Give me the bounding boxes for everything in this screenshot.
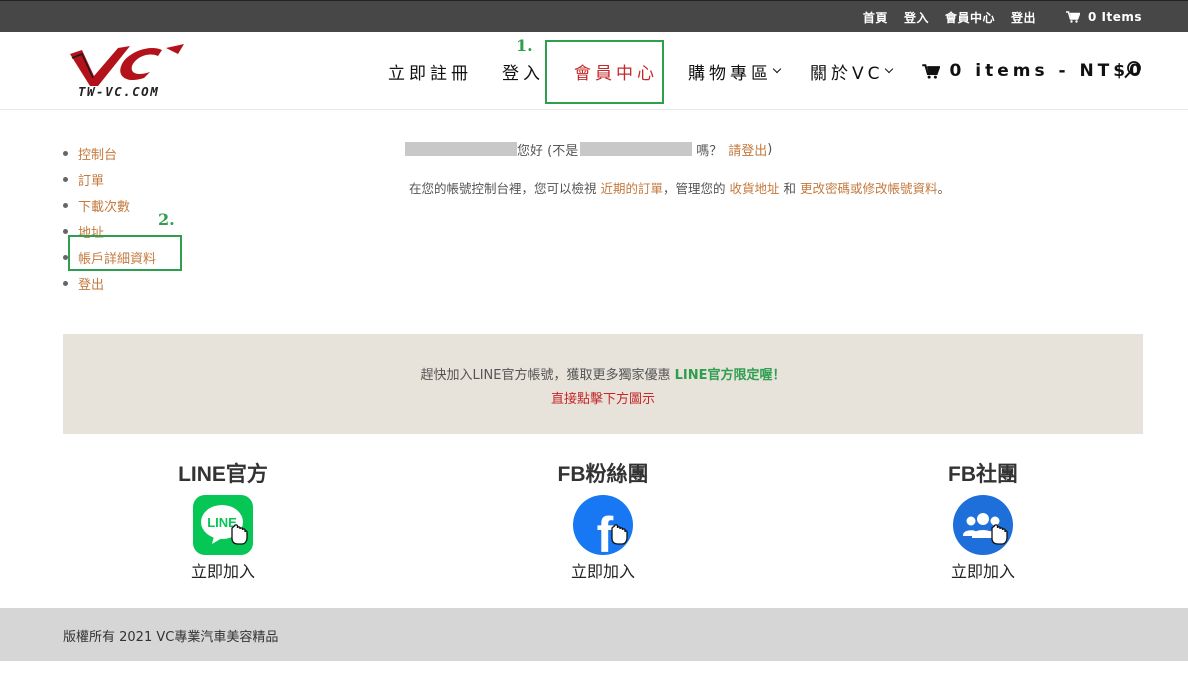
nav-about-label[interactable]: 關於VC: [810, 59, 884, 84]
top-link-home[interactable]: 首頁: [863, 9, 888, 26]
top-link-login[interactable]: 登入: [904, 9, 929, 26]
bullet: [63, 150, 68, 156]
sidebar-item-logout[interactable]: 登出: [63, 270, 156, 296]
shipping-address-link[interactable]: 收貨地址: [729, 181, 779, 196]
sidebar-item-label[interactable]: 訂單: [78, 170, 104, 189]
annotation-step-1-box: [545, 40, 664, 104]
sidebar-item-dashboard[interactable]: 控制台: [63, 140, 156, 166]
bullet: [63, 176, 68, 182]
site-footer: 版權所有 2021 VC專業汽車美容精品: [0, 608, 1188, 661]
desc-text: ，管理您的: [663, 181, 730, 196]
desc-text: 在您的帳號控制台裡，您可以檢視: [409, 181, 601, 196]
banner-highlight: LINE官方限定喔！: [674, 368, 786, 383]
social-line[interactable]: LINE官方 LINE 立即加入: [143, 458, 303, 582]
bullet: [63, 228, 68, 234]
join-label[interactable]: 立即加入: [523, 558, 683, 582]
top-bar-links: 首頁 登入 會員中心 登出 0 Items: [863, 1, 1142, 33]
account-sidebar: 控制台 訂單 下載次數 地址 帳戶詳細資料 登出: [63, 140, 156, 296]
sidebar-item-downloads[interactable]: 下載次數: [63, 192, 156, 218]
nav-login-label[interactable]: 登入: [502, 59, 544, 84]
nav-register-label[interactable]: 立即註冊: [388, 59, 472, 84]
nav-register[interactable]: 立即註冊: [388, 59, 472, 84]
facebook-icon-letter: f: [597, 507, 614, 556]
nav-cart-total: 0 items - NT$0: [949, 61, 1145, 81]
banner-text: 趕快加入LINE官方帳號，獲取更多獨家優惠: [420, 368, 675, 383]
facebook-icon[interactable]: f: [572, 494, 634, 563]
join-label[interactable]: 立即加入: [903, 558, 1063, 582]
desc-text: 。: [937, 181, 950, 196]
recent-orders-link[interactable]: 近期的訂單: [600, 181, 663, 196]
sidebar-item-label[interactable]: 登出: [78, 274, 104, 293]
group-icon[interactable]: [952, 494, 1014, 556]
account-greeting: 您好 (不是 嗎？ 請登出 ): [405, 140, 773, 159]
line-promo-banner: 趕快加入LINE官方帳號，獲取更多獨家優惠 LINE官方限定喔！ 直接點擊下方圖…: [63, 334, 1143, 434]
logout-link[interactable]: 請登出: [728, 140, 767, 159]
line-icon[interactable]: LINE: [192, 494, 254, 556]
footer-copyright: 版權所有 2021 VC專業汽車美容精品: [63, 630, 279, 645]
sidebar-item-orders[interactable]: 訂單: [63, 166, 156, 192]
chevron-down-icon: [884, 64, 893, 73]
nav-shop[interactable]: 購物專區: [688, 59, 782, 84]
bullet: [63, 202, 68, 208]
nav-about[interactable]: 關於VC: [810, 59, 893, 84]
nav-cart-link[interactable]: 0 items - NT$0: [921, 61, 1145, 81]
annotation-step-2-box: [68, 235, 182, 271]
social-title: LINE官方: [178, 463, 268, 486]
top-cart-count: 0 Items: [1087, 10, 1142, 24]
cart-icon: [1065, 11, 1080, 23]
redacted-username: [405, 142, 517, 156]
main-nav: 立即註冊 登入 會員中心 購物專區 關於VC 0 items - NT$0: [388, 32, 1145, 110]
search-icon[interactable]: [1124, 61, 1142, 79]
desc-text: 和: [779, 181, 800, 196]
greeting-question: 嗎？: [696, 143, 723, 159]
dashboard-description: 在您的帳號控制台裡，您可以檢視 近期的訂單，管理您的 收貨地址 和 更改密碼或修…: [409, 178, 950, 197]
sidebar-item-label[interactable]: 控制台: [78, 144, 117, 163]
top-cart-link[interactable]: 0 Items: [1065, 10, 1142, 24]
social-title: FB社團: [948, 463, 1018, 486]
social-fb-group[interactable]: FB社團 立即加入: [903, 458, 1063, 582]
greeting-hello: 您好 (不是: [517, 143, 579, 159]
banner-line-1: 趕快加入LINE官方帳號，獲取更多獨家優惠 LINE官方限定喔！: [63, 364, 1143, 383]
edit-account-link[interactable]: 更改密碼或修改帳號資料: [800, 181, 938, 196]
top-link-logout[interactable]: 登出: [1011, 9, 1036, 26]
logo-domain-text: TW-VC.COM: [78, 84, 160, 99]
chevron-down-icon: [772, 64, 782, 73]
sidebar-item-label[interactable]: 下載次數: [78, 196, 130, 215]
annotation-step-1-number: 1.: [516, 36, 533, 55]
greeting-close: ): [767, 141, 773, 157]
redacted-username: [580, 142, 693, 156]
social-title: FB粉絲團: [557, 463, 649, 486]
annotation-step-2-number: 2.: [158, 210, 175, 229]
join-label[interactable]: 立即加入: [143, 558, 303, 582]
social-fb-page[interactable]: FB粉絲團 f 立即加入: [523, 458, 683, 582]
nav-shop-label[interactable]: 購物專區: [688, 59, 772, 84]
top-bar: 首頁 登入 會員中心 登出 0 Items: [0, 0, 1188, 32]
top-link-member-center[interactable]: 會員中心: [945, 9, 995, 26]
cart-icon: [921, 63, 940, 79]
nav-login[interactable]: 登入: [502, 59, 544, 84]
bullet: [63, 280, 68, 286]
banner-line-2: 直接點擊下方圖示: [550, 392, 655, 407]
